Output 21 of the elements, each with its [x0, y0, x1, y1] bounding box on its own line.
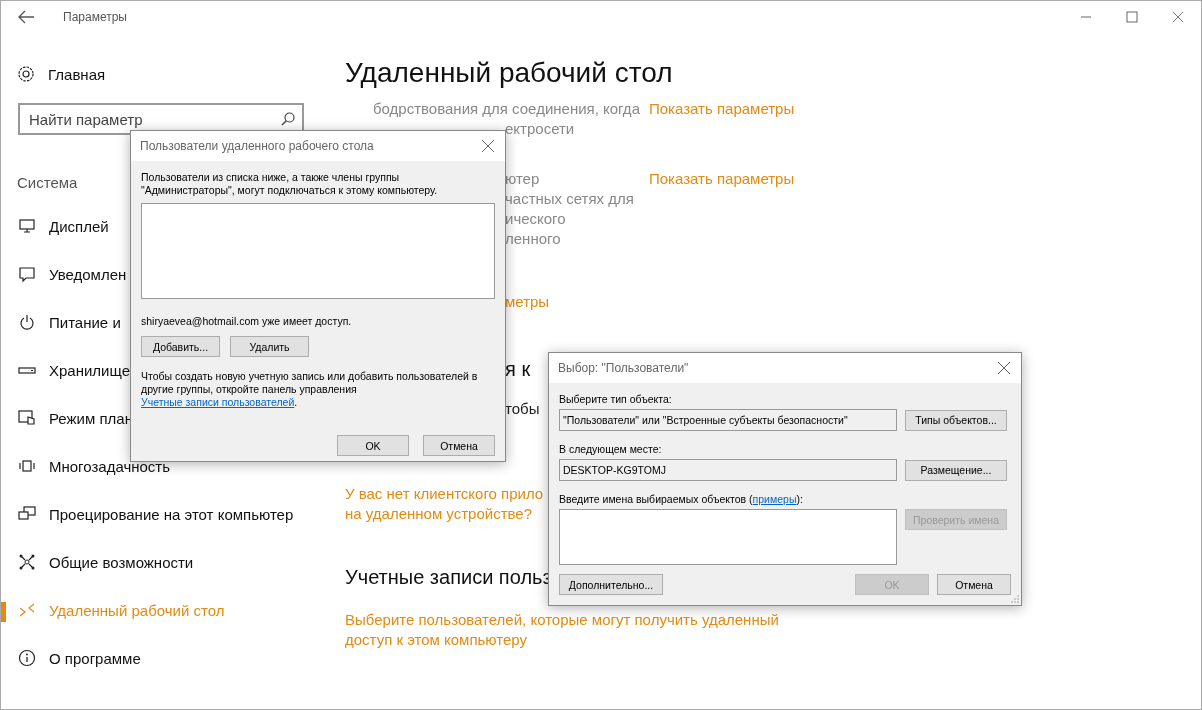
description-text: тобы	[505, 399, 540, 419]
object-type-field: "Пользователи" или "Встроенные субъекты безопасности"	[559, 409, 897, 431]
location-field: DESKTOP-KG9TOMJ	[559, 459, 897, 481]
dialog-text: Пользователи из списка ниже, а также члены группы "Администраторы", могут подключаться к этому компьютеру.	[141, 171, 439, 197]
page-title: Удаленный рабочий стол	[345, 56, 674, 90]
section-heading: Система	[17, 174, 78, 193]
field-label: Введите имена выбираемых объектов (примеры):	[559, 492, 804, 506]
help-text: Чтобы создать новую учетную запись или добавить пользователей в другие группы, откройте панель управления Учетные записи пользователей.	[141, 370, 479, 409]
setting-description: ектросети	[505, 119, 575, 139]
setting-description: ютер	[505, 169, 540, 189]
setting-description: бодрствования для соединения, когда	[373, 99, 640, 119]
setting-description: ленного	[505, 229, 561, 249]
window-title: Параметры	[63, 10, 128, 24]
section-heading: я к	[505, 357, 531, 382]
field-label: В следующем месте:	[559, 442, 663, 456]
setting-description: ического	[505, 209, 566, 229]
setting-description: частных сетях для	[505, 189, 634, 209]
status-text: shiryaevea@hotmail.com уже имеет доступ.	[141, 315, 353, 327]
field-label: Выберите тип объекта:	[559, 392, 673, 406]
dialog-title: Выбор: "Пользователи"	[558, 361, 690, 375]
dialog-title: Пользователи удаленного рабочего стола	[140, 139, 375, 153]
